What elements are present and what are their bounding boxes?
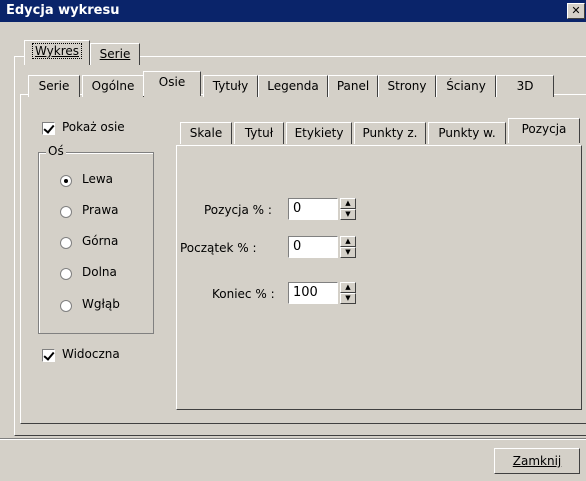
- axis-tab-page: [176, 145, 582, 410]
- start-label: Początek % :: [180, 241, 257, 255]
- tab-pozycja-label: Pozycja: [521, 122, 567, 136]
- tab-punkty-z-label: Punkty z.: [362, 126, 418, 140]
- tab-3d-label: 3D: [516, 79, 534, 93]
- axis-radio-lewa[interactable]: [60, 175, 72, 187]
- axis-label-prawa: Prawa: [82, 203, 119, 217]
- tab-strony-label: Strony: [387, 79, 427, 93]
- axis-label-dolna: Dolna: [82, 265, 117, 279]
- show-axes-label: Pokaż osie: [62, 120, 125, 134]
- tab-osie-label: Osie: [158, 75, 186, 89]
- tab-etykiety[interactable]: Etykiety: [286, 122, 352, 144]
- tab-panel-label: Panel: [336, 79, 370, 93]
- chevron-down-icon[interactable]: ▼: [340, 209, 356, 220]
- axis-label-gorna: Górna: [82, 234, 119, 248]
- axis-radio-prawa[interactable]: [60, 206, 72, 218]
- tab-wykres-label: Wykres: [31, 43, 82, 59]
- end-label: Koniec % :: [212, 287, 275, 301]
- tab-skale-label: Skale: [189, 126, 223, 140]
- tab-tytul-label: Tytuł: [244, 126, 274, 140]
- chevron-up-icon[interactable]: ▲: [340, 198, 356, 209]
- tab-etykiety-label: Etykiety: [294, 126, 344, 140]
- chevron-down-icon[interactable]: ▼: [340, 247, 356, 258]
- tab-osie[interactable]: Osie: [143, 71, 201, 96]
- axis-group-label: Oś: [46, 144, 66, 158]
- start-spinner[interactable]: ▲ ▼: [340, 236, 356, 258]
- tab-serie-label: Serie: [38, 79, 70, 93]
- chevron-up-icon[interactable]: ▲: [340, 282, 356, 293]
- position-label: Pozycja % :: [204, 203, 272, 217]
- end-spinner[interactable]: ▲ ▼: [340, 282, 356, 304]
- tab-panel[interactable]: Panel: [328, 75, 378, 97]
- tab-tytuly-label: Tytuły: [212, 79, 249, 93]
- axis-radio-gorna[interactable]: [60, 237, 72, 249]
- tab-legenda[interactable]: Legenda: [258, 75, 328, 97]
- tab-wykres[interactable]: Wykres: [24, 40, 90, 65]
- tab-ogolne[interactable]: Ogólne: [82, 75, 144, 97]
- tab-tytuly[interactable]: Tytuły: [203, 75, 258, 97]
- tab-serie-top[interactable]: Serie: [90, 43, 140, 65]
- tab-3d[interactable]: 3D: [496, 75, 554, 97]
- tab-serie[interactable]: Serie: [28, 75, 80, 97]
- close-dialog-button[interactable]: Zamknij: [494, 448, 580, 474]
- window-title: Edycja wykresu: [6, 3, 120, 18]
- tab-pozycja[interactable]: Pozycja: [508, 118, 580, 143]
- start-input[interactable]: 0: [288, 236, 338, 258]
- tab-serie-top-label: Serie: [99, 47, 131, 61]
- tab-punkty-w[interactable]: Punkty w.: [428, 122, 506, 144]
- visible-checkbox[interactable]: [42, 349, 55, 362]
- tab-skale[interactable]: Skale: [180, 122, 232, 144]
- visible-label: Widoczna: [62, 347, 120, 361]
- tab-sciany[interactable]: Ściany: [436, 75, 496, 97]
- axis-label-lewa: Lewa: [82, 172, 114, 186]
- axis-radio-dolna[interactable]: [60, 268, 72, 280]
- axis-label-wglab: Wgłąb: [82, 297, 120, 311]
- chevron-down-icon[interactable]: ▼: [340, 293, 356, 304]
- tab-punkty-w-label: Punkty w.: [438, 126, 496, 140]
- tab-strony[interactable]: Strony: [378, 75, 436, 97]
- tab-legenda-label: Legenda: [267, 79, 319, 93]
- position-spinner[interactable]: ▲ ▼: [340, 198, 356, 220]
- close-button[interactable]: ✕: [567, 3, 585, 19]
- tab-sciany-label: Ściany: [446, 79, 486, 93]
- divider: [0, 438, 586, 440]
- show-axes-checkbox[interactable]: [42, 122, 55, 135]
- axis-radio-wglab[interactable]: [60, 300, 72, 312]
- end-input[interactable]: 100: [288, 282, 338, 304]
- tab-tytul[interactable]: Tytuł: [234, 122, 284, 144]
- position-input[interactable]: 0: [288, 198, 338, 220]
- tab-punkty-z[interactable]: Punkty z.: [354, 122, 426, 144]
- tab-ogolne-label: Ogólne: [91, 79, 135, 93]
- close-dialog-label: Zamknij: [512, 454, 562, 468]
- chevron-up-icon[interactable]: ▲: [340, 236, 356, 247]
